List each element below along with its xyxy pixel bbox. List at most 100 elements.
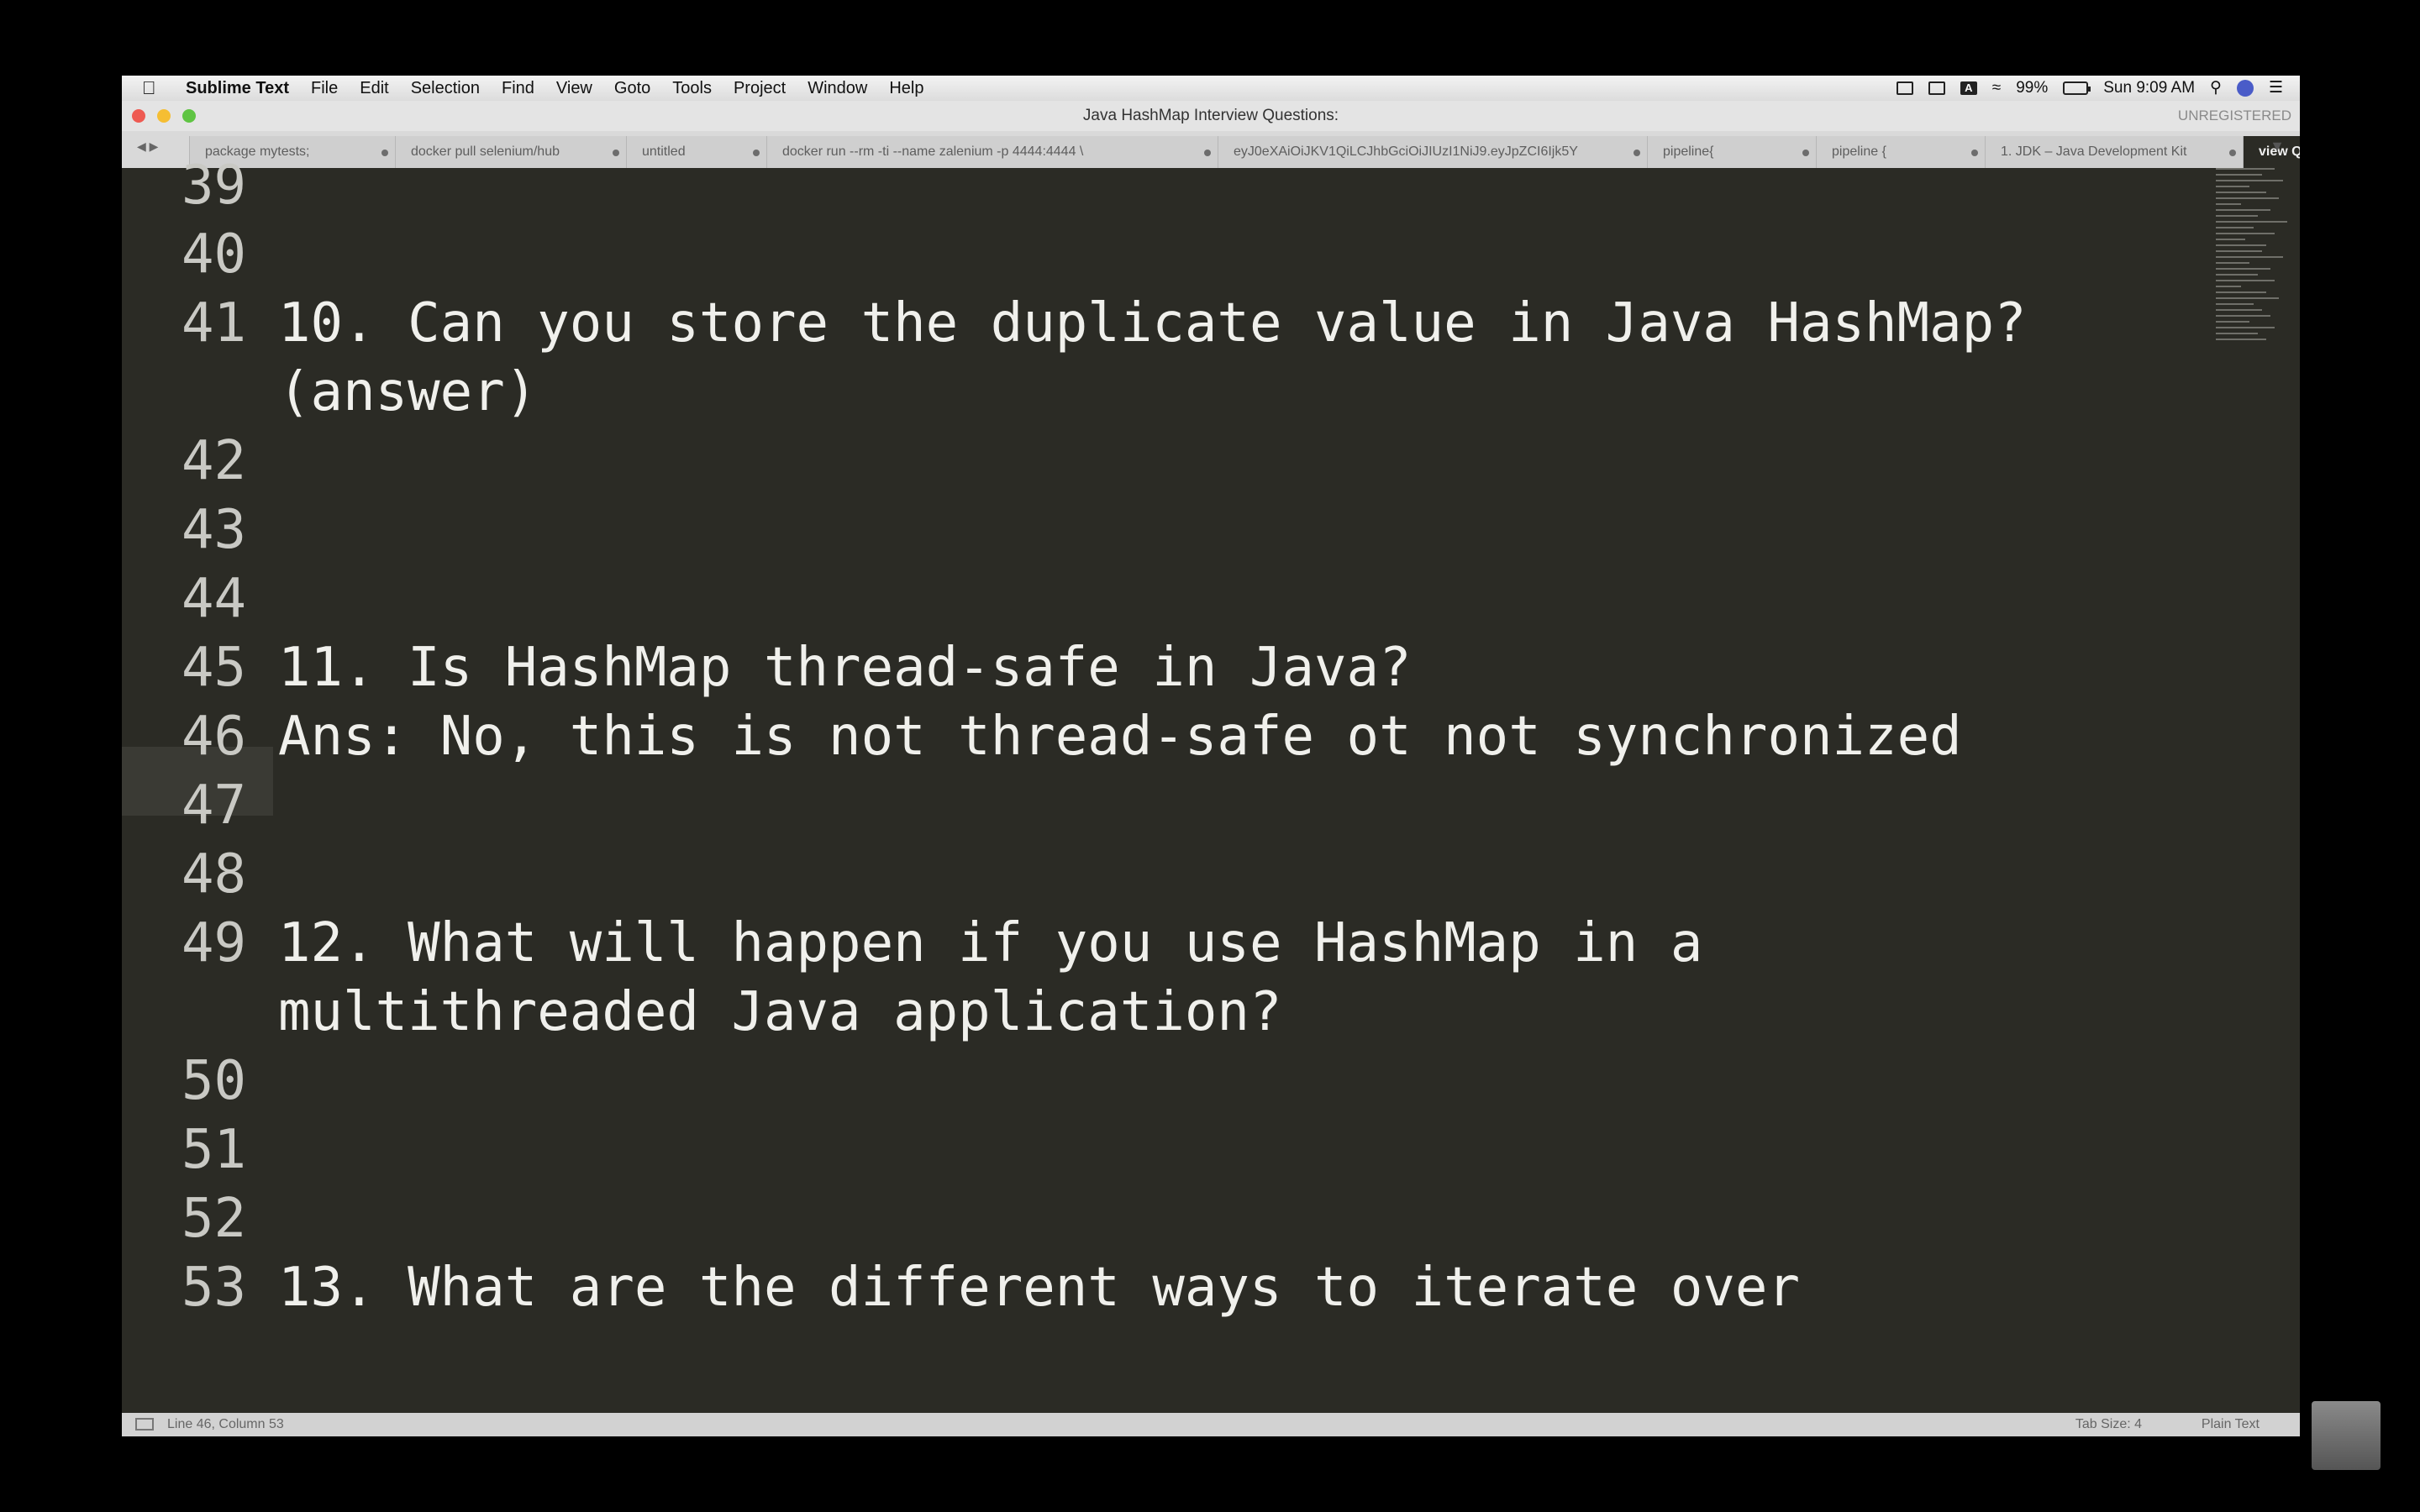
tab-label: eyJ0eXAiOiJKV1QiLCJhbGciOiJIUzI1NiJ9.eyJ… — [1234, 144, 1578, 159]
line-number: 40 — [181, 223, 246, 286]
siri-icon[interactable] — [2236, 80, 2254, 97]
cursor-position: Line 46, Column 53 — [167, 1417, 284, 1431]
screen:  Sublime Text File Edit Selection Find … — [122, 76, 2300, 1436]
window-layout-icon[interactable] — [1896, 81, 1913, 95]
minimap-line — [2216, 286, 2241, 287]
menu-help[interactable]: Help — [889, 76, 923, 101]
tab-overflow-chevron-icon[interactable]: ▼ — [2270, 138, 2285, 155]
tab-5[interactable]: pipeline{ — [1647, 136, 1821, 168]
code-line[interactable]: 11. Is HashMap thread-safe in Java? — [278, 633, 1412, 702]
minimap-line — [2216, 239, 2245, 240]
minimap-line — [2216, 297, 2279, 299]
menu-app-name[interactable]: Sublime Text — [186, 76, 289, 101]
line-number: 43 — [181, 499, 246, 561]
minimap-line — [2216, 303, 2254, 305]
tab-label: pipeline { — [1832, 144, 1886, 159]
minimap-line — [2216, 291, 2266, 293]
tab-7[interactable]: 1. JDK – Java Development Kit — [1985, 136, 2248, 168]
minimap-line — [2216, 221, 2287, 223]
code-line[interactable]: (answer) — [278, 358, 537, 427]
wifi-icon[interactable]: ≈ — [1992, 76, 2001, 101]
tab-dirty-indicator-icon[interactable] — [1802, 150, 1809, 156]
battery-icon[interactable] — [2063, 81, 2091, 95]
battery-percent[interactable]: 99% — [2016, 76, 2048, 101]
tab-dirty-indicator-icon[interactable] — [613, 150, 619, 156]
menu-selection[interactable]: Selection — [411, 76, 480, 101]
minimap-line — [2216, 250, 2262, 252]
search-icon[interactable]: ⚲ — [2210, 76, 2222, 101]
minimap-line — [2216, 321, 2249, 323]
menu-file[interactable]: File — [311, 76, 338, 101]
menu-goto[interactable]: Goto — [614, 76, 650, 101]
status-bar: Line 46, Column 53 Tab Size: 4 Plain Tex… — [122, 1413, 2300, 1436]
display-icon[interactable] — [1928, 81, 1945, 95]
minimap-line — [2216, 268, 2270, 270]
tab-dirty-indicator-icon[interactable] — [1971, 150, 1978, 156]
minimap-line — [2216, 256, 2283, 258]
code-line[interactable]: 13. What are the different ways to itera… — [278, 1253, 1800, 1322]
menu-bar:  Sublime Text File Edit Selection Find … — [122, 76, 2300, 101]
minimap-line — [2216, 168, 2275, 170]
minimap-line — [2216, 274, 2258, 276]
minimap-line — [2216, 186, 2249, 187]
tab-dirty-indicator-icon[interactable] — [753, 150, 760, 156]
apple-menu-icon[interactable]:  — [142, 76, 156, 101]
tab-list: package mytests; docker pull selenium/hub… — [189, 136, 2300, 168]
line-number: 51 — [181, 1119, 246, 1181]
menu-project[interactable]: Project — [734, 76, 786, 101]
tab-3[interactable]: docker run --rm -ti --name zalenium -p 4… — [766, 136, 1223, 168]
minimap-line — [2216, 315, 2270, 317]
tab-dirty-indicator-icon[interactable] — [1634, 150, 1640, 156]
line-number: 49 — [181, 912, 246, 974]
window-title-bar: Java HashMap Interview Questions: UNREGI… — [122, 101, 2300, 131]
tab-dirty-indicator-icon[interactable] — [1204, 150, 1211, 156]
tab-6[interactable]: pipeline { — [1816, 136, 1990, 168]
minimap-line — [2216, 209, 2270, 211]
tab-label: docker run --rm -ti --name zalenium -p 4… — [782, 144, 1084, 159]
tab-label: untitled — [642, 144, 686, 159]
minimap-line — [2216, 244, 2266, 246]
menu-view[interactable]: View — [556, 76, 592, 101]
tab-4[interactable]: eyJ0eXAiOiJKV1QiLCJhbGciOiJIUzI1NiJ9.eyJ… — [1218, 136, 1652, 168]
status-menu: A ≈ 99% Sun 9:09 AM ⚲ ☰ — [1896, 76, 2283, 101]
line-number: 41 — [181, 292, 246, 354]
minimap-line — [2216, 227, 2254, 228]
minimap-line — [2216, 327, 2275, 328]
input-source-icon[interactable]: A — [1960, 81, 1977, 95]
tab-size-selector[interactable]: Tab Size: 4 — [2075, 1413, 2142, 1436]
tab-dirty-indicator-icon[interactable] — [2229, 150, 2236, 156]
line-number: 42 — [181, 430, 246, 492]
tab-label: docker pull selenium/hub — [411, 144, 560, 159]
minimap-line — [2216, 262, 2249, 264]
editor-area[interactable]: 39 40 41 10. Can you store the duplicate va… — [122, 155, 2300, 1413]
tab-1[interactable]: docker pull selenium/hub — [395, 136, 631, 168]
clock[interactable]: Sun 9:09 AM — [2103, 76, 2195, 101]
tab-dirty-indicator-icon[interactable] — [381, 150, 388, 156]
code-line[interactable]: Ans: No, this is not thread-safe ot not … — [278, 702, 1962, 771]
notification-center-icon[interactable]: ☰ — [2269, 76, 2283, 101]
line-number: 47 — [181, 774, 246, 837]
minimap-line — [2216, 339, 2266, 340]
line-number: 45 — [181, 637, 246, 699]
tab-bar: ◀ ▶ package mytests; docker pull selenium… — [122, 131, 2300, 168]
line-number: 48 — [181, 843, 246, 906]
panel-toggle-icon[interactable] — [135, 1418, 154, 1431]
menu-tools[interactable]: Tools — [672, 76, 712, 101]
menu-list: Sublime Text File Edit Selection Find Vi… — [186, 76, 945, 101]
minimap-line — [2216, 233, 2275, 234]
line-number: 46 — [181, 706, 246, 768]
menu-window[interactable]: Window — [808, 76, 867, 101]
code-line[interactable]: multithreaded Java application? — [278, 978, 1281, 1047]
code-line[interactable]: 12. What will happen if you use HashMap … — [278, 909, 1702, 978]
minimap-line — [2216, 192, 2266, 193]
minimap-line — [2216, 197, 2279, 199]
syntax-selector[interactable]: Plain Text — [2202, 1413, 2260, 1436]
line-number: 53 — [181, 1257, 246, 1319]
code-line[interactable]: 10. Can you store the duplicate value in… — [278, 289, 2027, 358]
minimap[interactable] — [2216, 168, 2291, 504]
webcam-overlay — [2312, 1401, 2381, 1470]
menu-find[interactable]: Find — [502, 76, 534, 101]
tab-2[interactable]: untitled — [626, 136, 771, 168]
tab-label: pipeline{ — [1663, 144, 1714, 159]
menu-edit[interactable]: Edit — [360, 76, 388, 101]
